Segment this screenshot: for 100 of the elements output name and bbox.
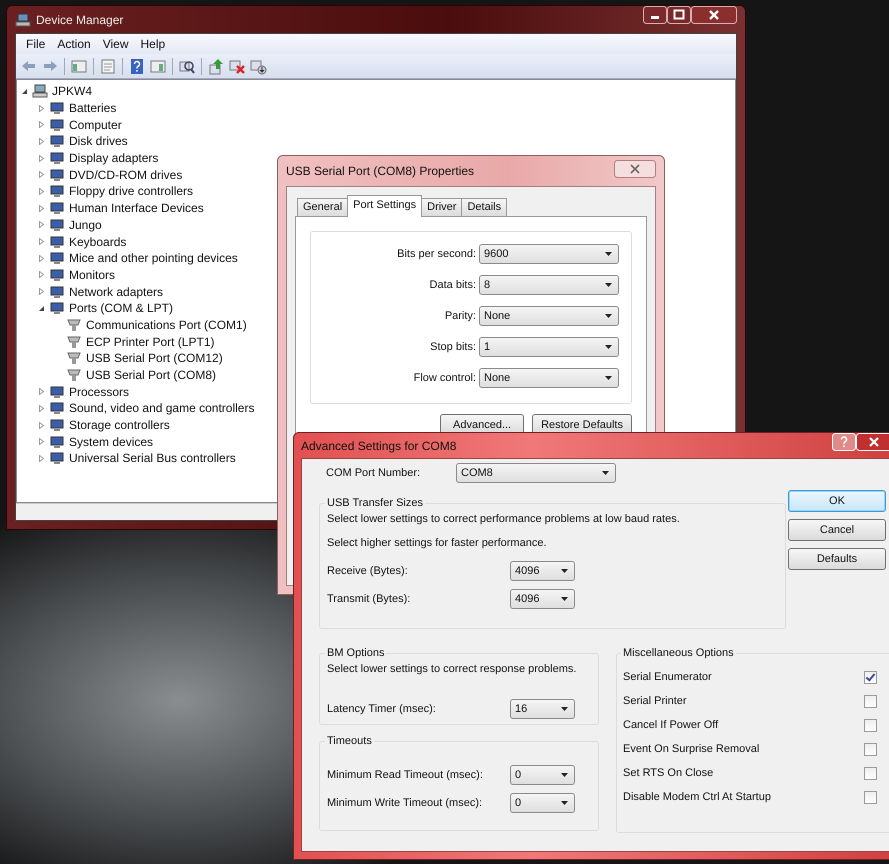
group-title: USB Transfer Sizes	[326, 497, 424, 509]
button[interactable]: Cancel	[788, 519, 886, 541]
close-icon[interactable]	[691, 6, 737, 24]
dropdown[interactable]: 0	[510, 793, 575, 813]
tree-item[interactable]: Network adapters	[69, 284, 164, 299]
tree-item[interactable]: Processors	[69, 384, 130, 399]
tree-item[interactable]: Human Interface Devices	[69, 201, 204, 216]
expand-arrow-icon[interactable]	[38, 438, 45, 446]
expand-arrow-icon[interactable]	[38, 271, 45, 278]
tree-item[interactable]: USB Serial Port (COM8)	[86, 368, 216, 382]
menu-item[interactable]: File	[20, 37, 52, 51]
checkbox[interactable]	[864, 694, 877, 708]
group-title: Miscellaneous Options	[622, 647, 735, 659]
expand-arrow-icon[interactable]	[38, 422, 45, 429]
dropdown[interactable]: 1	[479, 337, 619, 357]
dropdown[interactable]: 16	[510, 699, 575, 719]
dropdown[interactable]: None	[479, 306, 619, 326]
description-text: Select lower settings to correct response problems.	[327, 662, 578, 677]
tab[interactable]: Details	[461, 198, 508, 216]
tree-item[interactable]: Mice and other pointing devices	[69, 251, 238, 266]
expand-arrow-icon[interactable]	[38, 204, 45, 212]
tree-item[interactable]: JPKW4	[52, 84, 92, 98]
help-icon[interactable]	[832, 433, 856, 451]
checkbox[interactable]	[864, 766, 877, 780]
tree-item[interactable]: System devices	[69, 434, 154, 449]
checkbox[interactable]	[864, 742, 877, 756]
dropdown[interactable]: 0	[510, 765, 575, 785]
dropdown[interactable]: None	[479, 368, 619, 388]
checkbox[interactable]	[864, 718, 877, 732]
dropdown[interactable]: 4096	[510, 561, 575, 581]
dropdown[interactable]: COM8	[456, 463, 616, 483]
tab[interactable]: General	[297, 198, 348, 216]
tree-item[interactable]: Sound, video and game controllers	[69, 401, 254, 416]
close-icon[interactable]	[614, 160, 656, 178]
tree-item[interactable]: DVD/CD-ROM drives	[69, 168, 182, 182]
maximize-icon[interactable]	[667, 6, 691, 24]
tree-item[interactable]: USB Serial Port (COM12)	[86, 351, 223, 366]
menu-item[interactable]: Help	[134, 37, 172, 51]
menu-item[interactable]: Action	[51, 37, 97, 51]
device-icon	[49, 251, 65, 266]
expand-arrow-icon[interactable]	[38, 154, 45, 162]
expand-arrow-icon[interactable]	[38, 404, 45, 412]
document-icon[interactable]	[99, 58, 117, 74]
minimize-icon[interactable]	[643, 6, 667, 24]
tree-item[interactable]: Universal Serial Bus controllers	[69, 451, 236, 466]
connector-icon	[66, 334, 82, 349]
tree-item[interactable]: Ports (COM & LPT)	[69, 301, 174, 316]
device-icon	[49, 434, 65, 449]
expand-arrow-icon[interactable]	[38, 254, 45, 262]
collapse-arrow-icon[interactable]	[21, 88, 28, 95]
caret-icon	[561, 801, 568, 805]
tree-item[interactable]: Batteries	[69, 101, 116, 116]
tree-item[interactable]: Monitors	[69, 268, 116, 282]
pane-icon[interactable]	[149, 58, 167, 74]
expand-arrow-icon[interactable]	[38, 388, 45, 396]
menu-item[interactable]: View	[96, 37, 134, 51]
expand-arrow-icon[interactable]	[38, 288, 45, 296]
dropdown[interactable]: 9600	[479, 244, 619, 264]
caret-icon	[605, 283, 612, 287]
caret-icon	[605, 376, 612, 380]
dropdown[interactable]: 4096	[510, 589, 575, 609]
device-icon	[49, 234, 65, 249]
caret-icon	[561, 569, 568, 573]
device-icon	[49, 168, 65, 182]
tree-item[interactable]: Jungo	[69, 218, 102, 232]
caret-icon	[602, 471, 609, 475]
device-icon	[49, 201, 65, 216]
up-arrow-icon[interactable]	[207, 58, 225, 74]
button[interactable]: Defaults	[788, 548, 886, 570]
connector-icon	[66, 368, 82, 382]
checkbox[interactable]	[864, 670, 877, 684]
expand-arrow-icon[interactable]	[38, 238, 45, 246]
cross-icon[interactable]	[228, 58, 246, 74]
button[interactable]: OK	[788, 490, 886, 512]
expand-arrow-icon[interactable]	[38, 104, 45, 112]
checkbox[interactable]	[864, 790, 877, 804]
field-label: COM Port Number:	[326, 467, 422, 479]
help-icon[interactable]	[128, 58, 146, 74]
expand-arrow-icon[interactable]	[38, 138, 45, 145]
tree-item[interactable]: Communications Port (COM1)	[86, 318, 247, 332]
collapse-arrow-icon[interactable]	[38, 304, 45, 312]
tree-item[interactable]: Storage controllers	[69, 418, 170, 432]
tree-item[interactable]: Floppy drive controllers	[69, 184, 194, 198]
expand-arrow-icon[interactable]	[38, 171, 45, 178]
expand-arrow-icon[interactable]	[38, 188, 45, 195]
tree-item[interactable]: ECP Printer Port (LPT1)	[86, 334, 214, 349]
pane-icon[interactable]	[70, 58, 88, 74]
window-title: USB Serial Port (COM8) Properties	[286, 164, 474, 178]
tree-item[interactable]: Computer	[69, 118, 122, 132]
tree-item[interactable]: Disk drives	[69, 134, 128, 148]
expand-arrow-icon[interactable]	[38, 454, 45, 462]
tab[interactable]: Driver	[421, 198, 462, 216]
tree-item[interactable]: Keyboards	[69, 234, 126, 249]
caret-icon	[605, 314, 612, 318]
dropdown[interactable]: 8	[479, 275, 619, 295]
tree-item[interactable]: Display adapters	[69, 151, 158, 166]
tab[interactable]: Port Settings	[347, 195, 422, 217]
expand-arrow-icon[interactable]	[38, 221, 45, 228]
down-arrow-icon[interactable]	[249, 58, 267, 74]
expand-arrow-icon[interactable]	[38, 121, 45, 128]
